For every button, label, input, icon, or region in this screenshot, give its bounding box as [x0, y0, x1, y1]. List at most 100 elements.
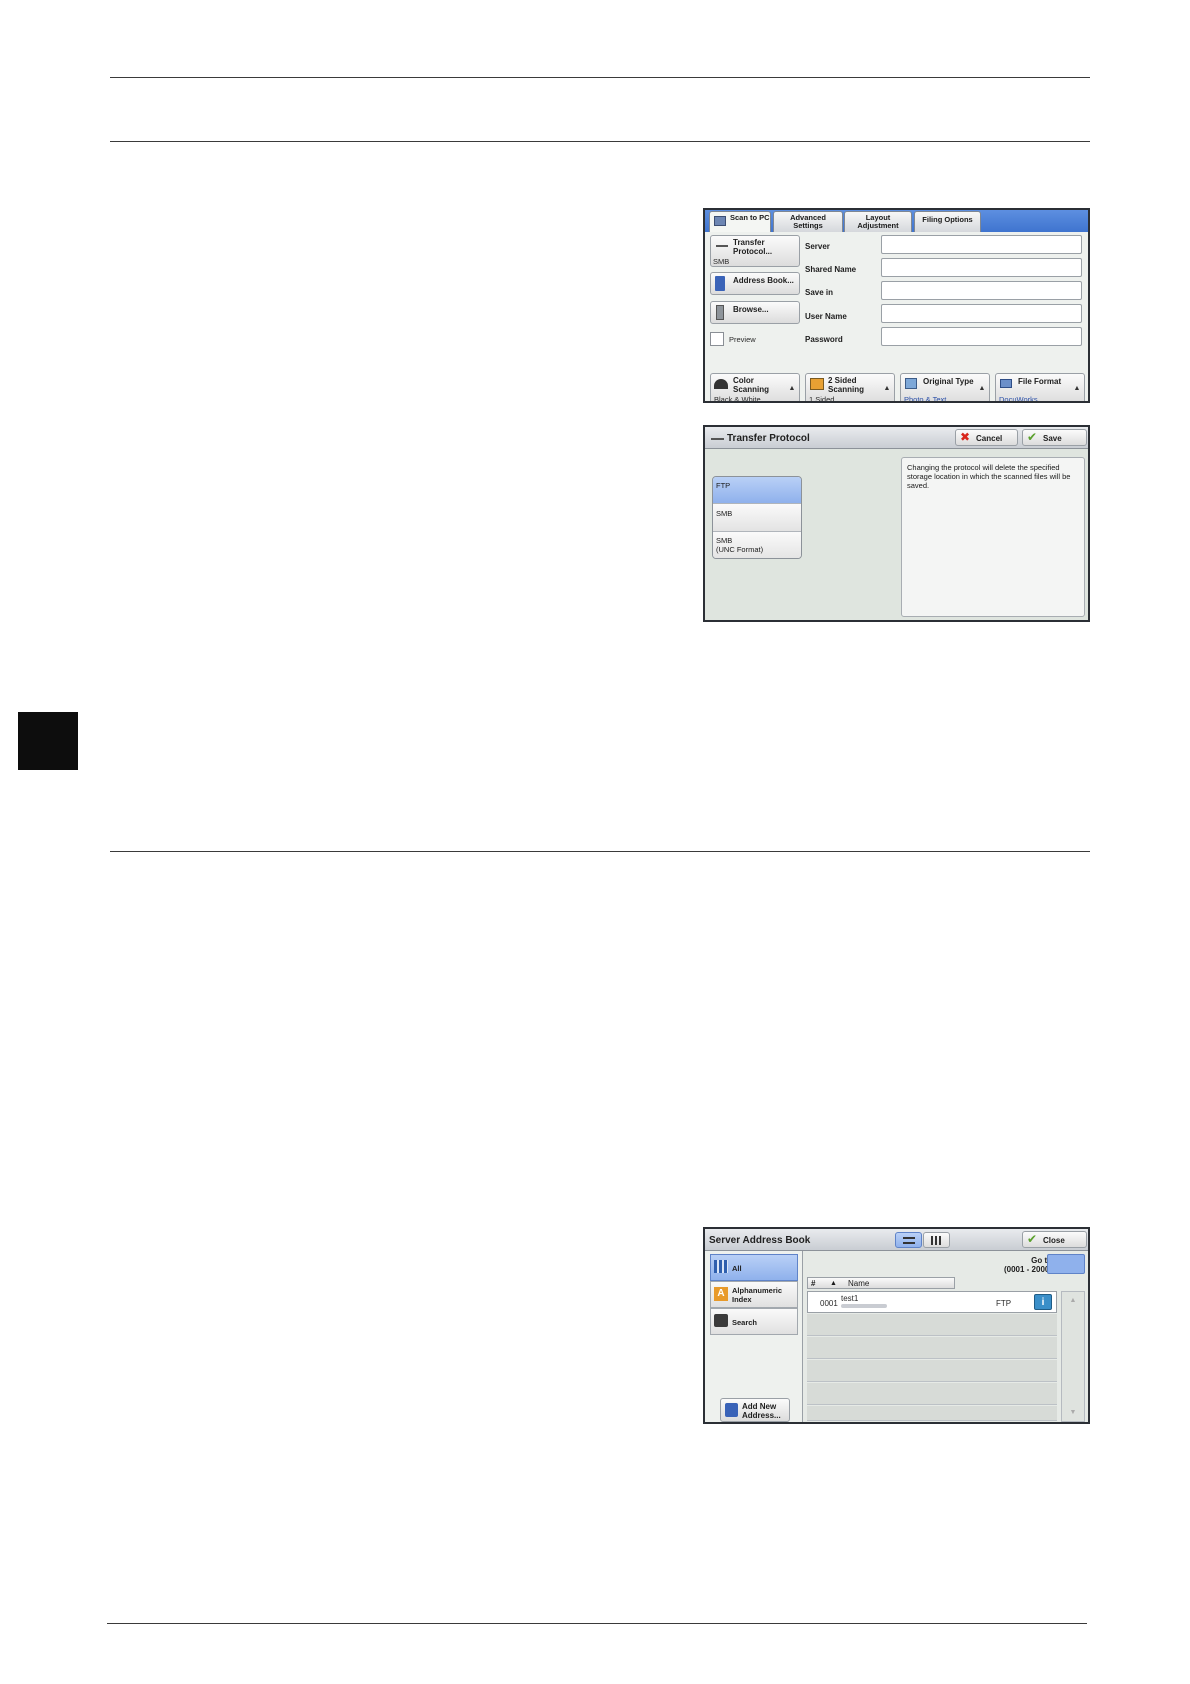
nav-all[interactable]: All	[710, 1254, 798, 1281]
two-sided-label: 2 Sided Scanning	[828, 376, 865, 394]
server-address-book-screen: Server Address Book ✔ Close All A Alphan…	[703, 1227, 1090, 1424]
photo-icon	[905, 378, 917, 389]
original-type-button[interactable]: Original Type Photo & Text ▲	[900, 373, 990, 403]
info-icon[interactable]: i	[1034, 1294, 1052, 1310]
sort-ascending-icon[interactable]: ▲	[830, 1279, 837, 1288]
color-scanning-button[interactable]: Color Scanning Black & White ▲	[710, 373, 800, 403]
shared-name-input[interactable]	[881, 258, 1082, 277]
col-hash-header[interactable]: #	[811, 1279, 815, 1288]
blurred-address-text	[841, 1304, 887, 1308]
column-header: # ▲ Name	[807, 1277, 955, 1289]
original-type-value: Photo & Text	[904, 395, 947, 403]
header-rule-top	[110, 77, 1090, 78]
title-bar: Transfer Protocol ✖ Cancel ✔ Save	[705, 427, 1088, 449]
header-rule-bottom	[110, 141, 1090, 142]
close-label: Close	[1043, 1236, 1065, 1245]
file-format-icon	[1000, 379, 1012, 388]
address-row-empty[interactable]	[807, 1314, 1057, 1336]
scroll-up-icon[interactable]: ▲	[977, 384, 987, 393]
scroll-down-icon[interactable]: ▼	[1068, 1408, 1078, 1417]
scroll-up-icon[interactable]: ▲	[787, 384, 797, 393]
address-row-empty[interactable]	[807, 1406, 1057, 1421]
option-label: SMB (UNC Format)	[716, 536, 764, 554]
save-in-input[interactable]	[881, 281, 1082, 300]
tab-layout-adjustment[interactable]: Layout Adjustment	[844, 211, 912, 232]
list-view-button[interactable]	[895, 1232, 922, 1248]
browse-button[interactable]: Browse...	[710, 301, 800, 324]
col-name-header[interactable]: Name	[848, 1279, 869, 1288]
address-row[interactable]: 0001 test1 FTP i	[807, 1291, 1057, 1313]
scroll-up-icon[interactable]: ▲	[1072, 384, 1082, 393]
address-list-pane: Go to (0001 - 2000) # ▲ Name 0001 test1 …	[802, 1251, 1088, 1422]
index-pane: All A Alphanumeric Index Search Add New …	[705, 1251, 802, 1422]
address-book-button[interactable]: Address Book...	[710, 272, 800, 295]
entry-number: 0001	[820, 1299, 838, 1308]
option-label: SMB	[716, 509, 733, 518]
transfer-protocol-label: Transfer Protocol...	[733, 238, 773, 256]
two-sided-scanning-button[interactable]: 2 Sided Scanning 1 Sided ▲	[805, 373, 895, 403]
file-format-button[interactable]: File Format DocuWorks ▲	[995, 373, 1085, 401]
goto-input[interactable]	[1047, 1254, 1085, 1274]
nav-search[interactable]: Search	[710, 1308, 798, 1335]
list-scrollbar[interactable]: ▲ ▼	[1061, 1291, 1085, 1422]
address-row-empty[interactable]	[807, 1383, 1057, 1405]
list-view-icon	[903, 1237, 915, 1244]
all-icon	[714, 1260, 728, 1273]
protocol-option-smb-unc[interactable]: SMB (UNC Format)	[713, 532, 801, 558]
cancel-button[interactable]: ✖ Cancel	[955, 429, 1018, 446]
cancel-label: Cancel	[976, 434, 1003, 443]
tab-scan-to-pc[interactable]: Scan to PC	[709, 211, 771, 232]
two-sided-value: 1 Sided	[809, 395, 835, 403]
tab-filing-options[interactable]: Filing Options	[914, 211, 981, 232]
two-sided-icon	[810, 378, 824, 390]
server-input[interactable]	[881, 235, 1082, 254]
screen-title: Transfer Protocol	[727, 433, 810, 444]
tab-label: Advanced Settings	[790, 213, 826, 230]
save-in-label: Save in	[805, 288, 834, 297]
color-scanning-value: Black & White	[714, 395, 761, 403]
address-row-empty[interactable]	[807, 1337, 1057, 1359]
password-input[interactable]	[881, 327, 1082, 346]
user-name-input[interactable]	[881, 304, 1082, 323]
transfer-protocol-button[interactable]: Transfer Protocol... SMB	[710, 235, 800, 267]
tab-label: Scan to PC	[730, 213, 770, 222]
transfer-protocol-value: SMB	[713, 257, 730, 266]
info-message: Changing the protocol will delete the sp…	[901, 457, 1085, 617]
goto-label: Go to (0001 - 2000)	[1003, 1256, 1052, 1274]
color-scanning-label: Color Scanning	[733, 376, 770, 394]
save-button[interactable]: ✔ Save	[1022, 429, 1087, 446]
preview-checkbox[interactable]: Preview	[710, 331, 800, 349]
tab-label: Layout Adjustment	[857, 213, 899, 230]
nav-label: Alphanumeric Index	[732, 1286, 783, 1304]
scroll-up-icon[interactable]: ▲	[1068, 1296, 1078, 1305]
scan-to-pc-screen: Scan to PC Advanced Settings Layout Adju…	[703, 208, 1090, 403]
footer-rule	[107, 1623, 1087, 1624]
server-icon	[716, 305, 724, 320]
binoculars-icon	[714, 1314, 728, 1327]
checkmark-icon: ✔	[1027, 1232, 1038, 1246]
tab-label: Filing Options	[922, 215, 973, 224]
color-scanning-icon	[714, 379, 728, 389]
option-label: FTP	[716, 481, 731, 490]
add-new-address-button[interactable]: Add New Address...	[720, 1398, 790, 1422]
title-bar: Server Address Book ✔ Close	[705, 1229, 1088, 1251]
grid-view-button[interactable]	[923, 1232, 950, 1248]
grid-view-icon	[931, 1236, 943, 1245]
original-type-label: Original Type	[923, 377, 974, 386]
section-rule	[110, 851, 1090, 852]
protocol-list: FTP SMB SMB (UNC Format)	[712, 476, 802, 559]
tab-advanced-settings[interactable]: Advanced Settings	[773, 211, 843, 232]
address-row-empty[interactable]	[807, 1360, 1057, 1382]
nav-alphanumeric-index[interactable]: A Alphanumeric Index	[710, 1281, 798, 1308]
protocol-option-smb[interactable]: SMB	[713, 504, 801, 532]
protocol-icon	[716, 245, 728, 247]
protocol-option-ftp[interactable]: FTP	[713, 477, 801, 504]
shared-name-label: Shared Name	[805, 265, 857, 274]
address-book-label: Address Book...	[733, 276, 794, 285]
add-address-icon	[725, 1403, 738, 1417]
scroll-up-icon[interactable]: ▲	[882, 384, 892, 393]
protocol-icon	[711, 438, 724, 440]
close-button[interactable]: ✔ Close	[1022, 1231, 1087, 1248]
checkbox-icon	[710, 332, 724, 346]
preview-label: Preview	[729, 335, 756, 344]
